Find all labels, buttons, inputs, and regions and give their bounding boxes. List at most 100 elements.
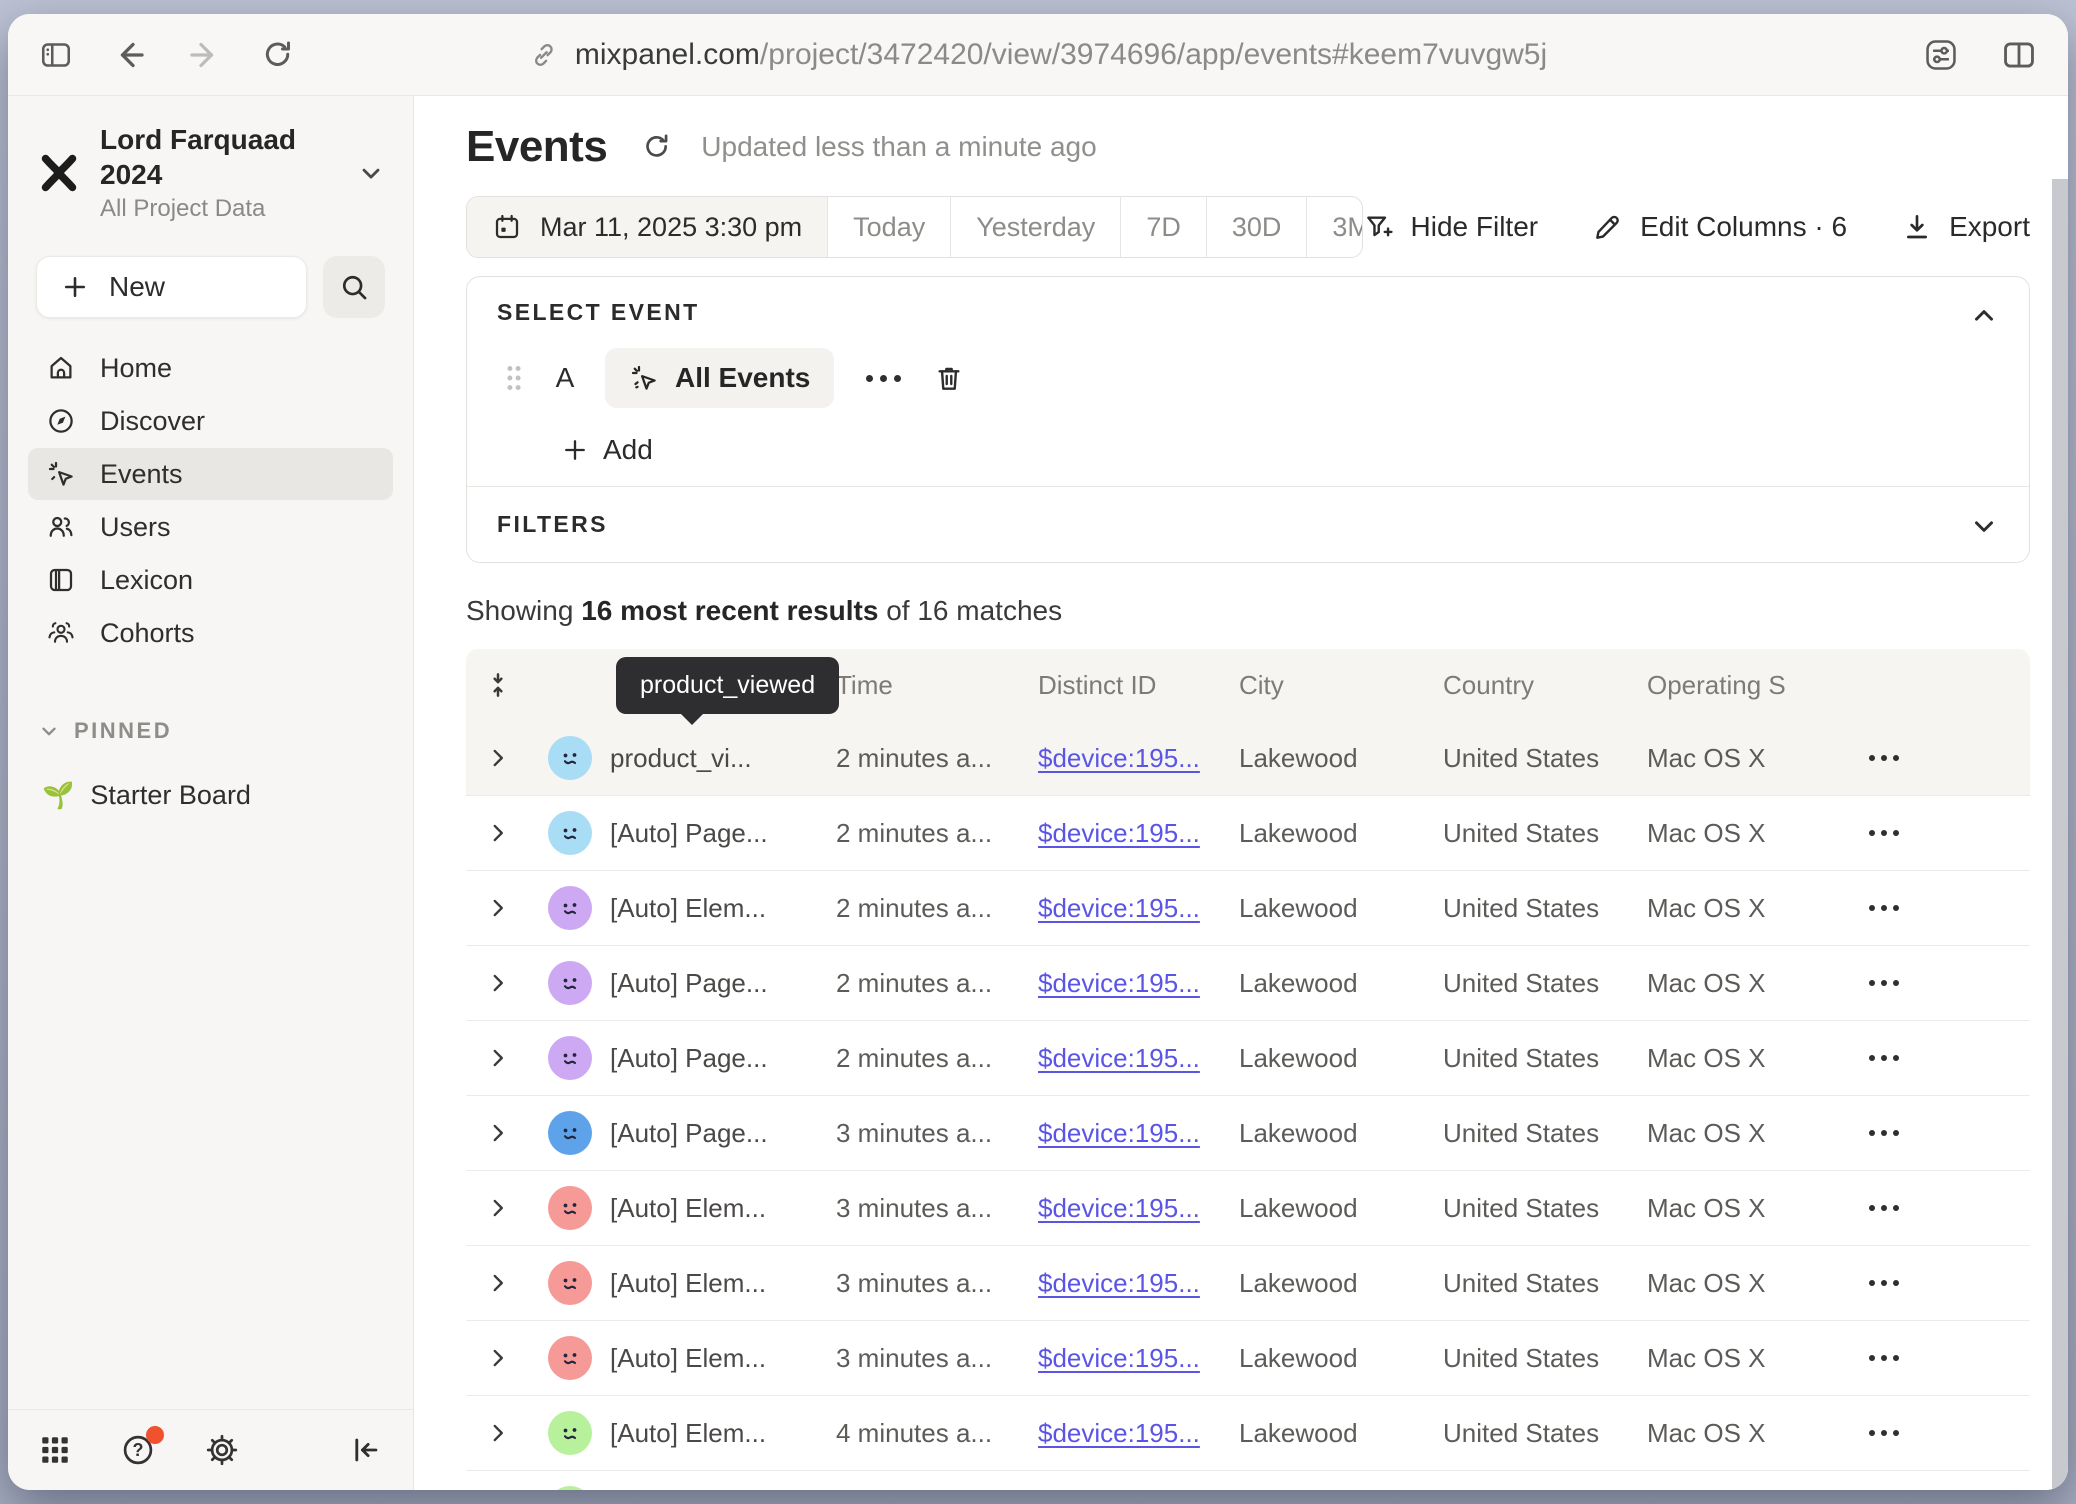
distinct-id-link[interactable]: $device:195... — [1038, 893, 1239, 924]
edit-columns-button[interactable]: Edit Columns · 6 — [1592, 211, 1847, 243]
expand-row-icon[interactable] — [466, 895, 530, 921]
row-options-icon[interactable] — [1831, 1130, 2030, 1136]
address-bar[interactable]: mixpanel.com/project/3472420/view/397469… — [529, 38, 1547, 72]
reload-icon[interactable] — [260, 37, 296, 73]
range-30d[interactable]: 30D — [1206, 197, 1307, 257]
collapse-sidebar-icon[interactable] — [349, 1433, 383, 1467]
sidebar-toggle-icon[interactable] — [38, 37, 74, 73]
table-row[interactable]: product_vi...2 minutes a...$device:195..… — [466, 721, 2030, 796]
range-today[interactable]: Today — [827, 197, 950, 257]
row-options-icon[interactable] — [1831, 755, 2030, 761]
distinct-id-link[interactable]: $device:195... — [1038, 818, 1239, 849]
event-country: United States — [1443, 1118, 1647, 1149]
event-country: United States — [1443, 818, 1647, 849]
event-country: United States — [1443, 1043, 1647, 1074]
svg-text:?: ? — [133, 1440, 144, 1460]
row-options-icon[interactable] — [1831, 1355, 2030, 1361]
distinct-id-link[interactable]: $device:195... — [1038, 1193, 1239, 1224]
forward-icon[interactable] — [186, 37, 222, 73]
pinned-section-header[interactable]: PINNED — [8, 718, 413, 744]
event-avatar — [548, 1036, 592, 1080]
table-row[interactable]: [Auto] Page...2 minutes a...$device:195.… — [466, 796, 2030, 871]
row-options-icon[interactable] — [1831, 1205, 2030, 1211]
refresh-icon[interactable] — [641, 131, 673, 163]
event-avatar — [548, 1411, 592, 1455]
distinct-id-link[interactable]: $device:195... — [1038, 1268, 1239, 1299]
sidebar-item-events[interactable]: Events — [28, 448, 393, 500]
distinct-id-link[interactable]: $device:195... — [1038, 1343, 1239, 1374]
distinct-id-link[interactable]: $device:195... — [1038, 1418, 1239, 1449]
table-row[interactable]: [Auto] Page...2 minutes a...$device:195.… — [466, 946, 2030, 1021]
expand-row-icon[interactable] — [466, 1195, 530, 1221]
export-button[interactable]: Export — [1901, 211, 2030, 243]
add-event-button[interactable]: Add — [561, 434, 653, 466]
expand-row-icon[interactable] — [466, 745, 530, 771]
hide-filter-button[interactable]: Hide Filter — [1363, 211, 1539, 243]
main-content: Events Updated less than a minute ago Ma… — [414, 96, 2068, 1490]
help-icon[interactable]: ? — [120, 1432, 156, 1468]
row-options-icon[interactable] — [1831, 830, 2030, 836]
trash-icon[interactable] — [933, 362, 965, 394]
project-selector[interactable]: Lord Farquaad 2024 All Project Data — [8, 112, 413, 234]
table-row[interactable]: [Auto] Elem...2 minutes a...$device:195.… — [466, 871, 2030, 946]
expand-row-icon[interactable] — [466, 1345, 530, 1371]
sidebar-item-home[interactable]: Home — [28, 342, 393, 394]
column-header-distinct-id: Distinct ID — [1038, 670, 1239, 701]
search-button[interactable] — [323, 256, 385, 318]
event-pill-label: All Events — [675, 362, 810, 394]
range-3m[interactable]: 3M — [1306, 197, 1362, 257]
collapse-rows-icon[interactable] — [466, 670, 530, 700]
table-row[interactable]: [Auto] Elem...3 minutes a...$device:195.… — [466, 1246, 2030, 1321]
new-button[interactable]: New — [36, 256, 307, 318]
event-name: [Auto] Page... — [610, 968, 836, 999]
date-picker-label: Mar 11, 2025 3:30 pm — [540, 212, 802, 243]
range-7d[interactable]: 7D — [1120, 197, 1206, 257]
add-label: Add — [603, 434, 653, 466]
expand-row-icon[interactable] — [466, 1045, 530, 1071]
table-row[interactable]: [Auto] Elem...3 minutes a...$device:195.… — [466, 1321, 2030, 1396]
back-icon[interactable] — [112, 37, 148, 73]
row-options-icon[interactable] — [1831, 1055, 2030, 1061]
plus-icon — [61, 273, 89, 301]
sidebar-item-label: Events — [100, 459, 183, 490]
table-row[interactable]: [Auto] Page...3 minutes a...$device:195.… — [466, 1096, 2030, 1171]
table-row[interactable]: [Auto] Elem...4 minutes a...$device:195.… — [466, 1396, 2030, 1471]
sidebar-item-starter-board[interactable]: 🌱 Starter Board — [8, 780, 413, 811]
event-time: 2 minutes a... — [836, 1043, 1038, 1074]
sidebar-item-users[interactable]: Users — [28, 501, 393, 553]
distinct-id-link[interactable]: $device:195... — [1038, 743, 1239, 774]
event-name: [Auto] Page... — [610, 1118, 836, 1149]
vertical-scrollbar[interactable] — [2052, 179, 2068, 1490]
table-row-partial[interactable] — [466, 1471, 2030, 1490]
expand-row-icon[interactable] — [466, 820, 530, 846]
split-view-icon[interactable] — [2000, 36, 2038, 74]
table-row[interactable]: [Auto] Page...2 minutes a...$device:195.… — [466, 1021, 2030, 1096]
chevron-up-icon[interactable] — [1969, 301, 1999, 331]
event-options-icon[interactable] — [860, 365, 907, 392]
sidebar-item-lexicon[interactable]: Lexicon — [28, 554, 393, 606]
drag-handle-icon[interactable] — [503, 363, 525, 393]
row-options-icon[interactable] — [1831, 980, 2030, 986]
expand-row-icon[interactable] — [466, 1270, 530, 1296]
sidebar-item-cohorts[interactable]: Cohorts — [28, 607, 393, 659]
gear-icon[interactable] — [204, 1432, 240, 1468]
distinct-id-link[interactable]: $device:195... — [1038, 1118, 1239, 1149]
distinct-id-link[interactable]: $device:195... — [1038, 1043, 1239, 1074]
date-picker[interactable]: Mar 11, 2025 3:30 pm — [467, 197, 827, 257]
expand-row-icon[interactable] — [466, 970, 530, 996]
sidebar-item-discover[interactable]: Discover — [28, 395, 393, 447]
apps-grid-icon[interactable] — [38, 1433, 72, 1467]
row-options-icon[interactable] — [1831, 1280, 2030, 1286]
distinct-id-link[interactable]: $device:195... — [1038, 968, 1239, 999]
expand-row-icon[interactable] — [466, 1420, 530, 1446]
row-options-icon[interactable] — [1831, 1430, 2030, 1436]
table-row[interactable]: [Auto] Elem...3 minutes a...$device:195.… — [466, 1171, 2030, 1246]
chevron-down-icon[interactable] — [1969, 511, 1999, 541]
event-selector-pill[interactable]: All Events — [605, 348, 834, 408]
expand-row-icon[interactable] — [466, 1120, 530, 1146]
event-avatar — [548, 811, 592, 855]
row-options-icon[interactable] — [1831, 905, 2030, 911]
filters-section[interactable]: FILTERS — [467, 487, 2029, 562]
page-settings-icon[interactable] — [1922, 36, 1960, 74]
range-yesterday[interactable]: Yesterday — [950, 197, 1120, 257]
